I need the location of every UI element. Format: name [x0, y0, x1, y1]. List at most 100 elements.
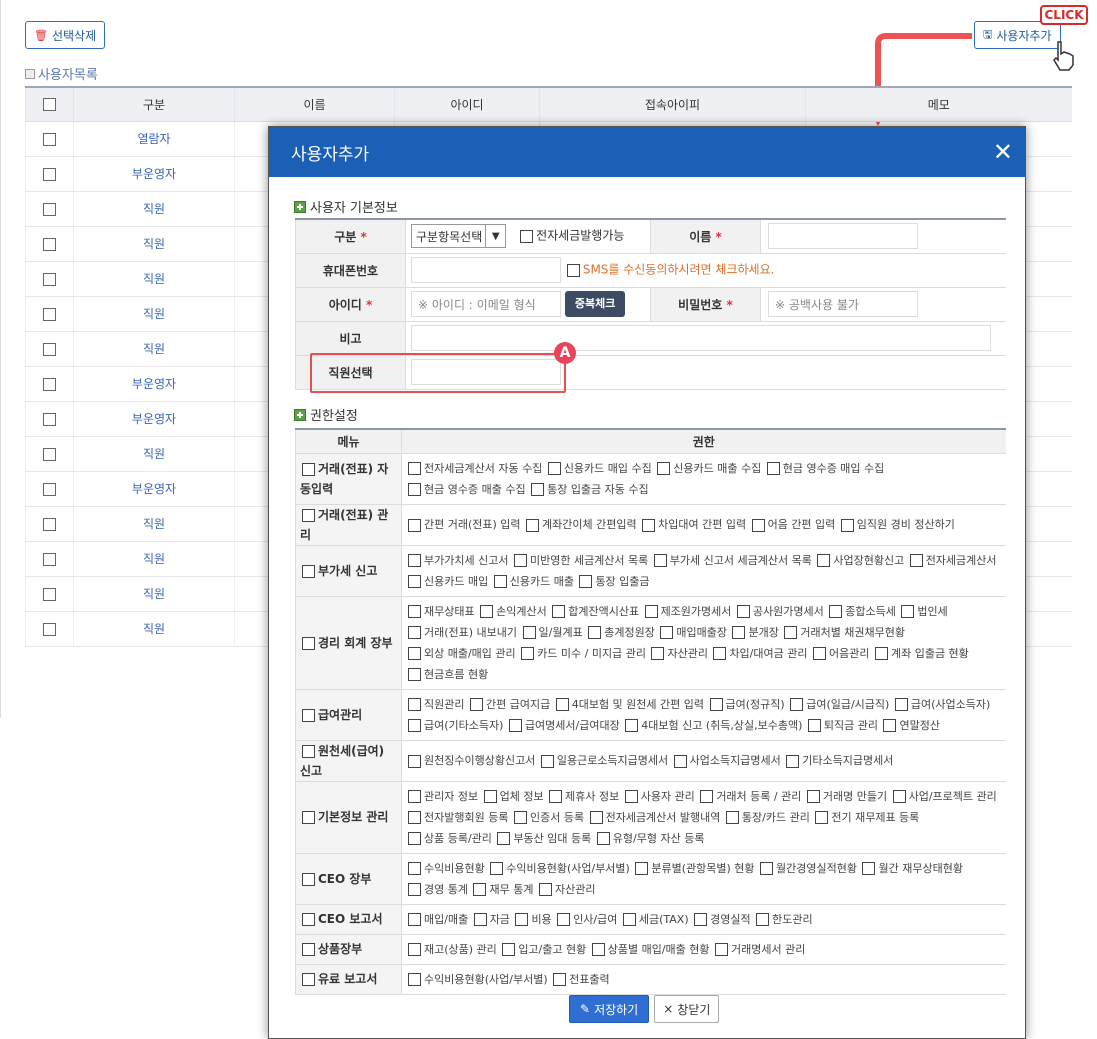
select-all-checkbox[interactable]: [43, 98, 56, 112]
permission-checkbox[interactable]: [549, 790, 563, 803]
password-input[interactable]: ※ 공백사용 불가: [768, 291, 918, 317]
permission-checkbox[interactable]: [894, 698, 908, 711]
tax-invoice-checkbox[interactable]: [520, 229, 534, 243]
permission-checkbox[interactable]: [408, 668, 421, 681]
row-checkbox[interactable]: [43, 482, 56, 496]
permission-checkbox[interactable]: [553, 973, 567, 986]
menu-checkbox[interactable]: [302, 872, 315, 886]
category-select[interactable]: 구분항목선택 ▼: [411, 224, 507, 249]
menu-checkbox[interactable]: [302, 744, 315, 758]
menu-checkbox[interactable]: [302, 462, 315, 476]
permission-checkbox[interactable]: [766, 462, 780, 475]
row-checkbox[interactable]: [43, 342, 56, 356]
permission-checkbox[interactable]: [408, 605, 421, 618]
permission-checkbox[interactable]: [817, 554, 831, 567]
menu-checkbox[interactable]: [302, 508, 315, 522]
permission-checkbox[interactable]: [651, 647, 665, 660]
menu-checkbox[interactable]: [302, 913, 315, 926]
permission-checkbox[interactable]: [784, 626, 798, 639]
row-category-link[interactable]: 부운영자: [132, 412, 176, 426]
permission-checkbox[interactable]: [588, 626, 602, 639]
row-category-link[interactable]: 직원: [143, 447, 165, 461]
permission-checkbox[interactable]: [807, 719, 821, 732]
permission-checkbox[interactable]: [522, 626, 536, 639]
menu-checkbox[interactable]: [302, 973, 315, 986]
permission-checkbox[interactable]: [694, 913, 708, 926]
menu-checkbox[interactable]: [302, 943, 315, 956]
permission-checkbox[interactable]: [502, 943, 516, 956]
permission-checkbox[interactable]: [786, 754, 800, 768]
row-category-link[interactable]: 직원: [143, 517, 165, 531]
row-checkbox[interactable]: [43, 272, 56, 286]
permission-checkbox[interactable]: [660, 626, 674, 639]
permission-checkbox[interactable]: [515, 913, 529, 926]
permission-checkbox[interactable]: [513, 554, 527, 567]
permission-checkbox[interactable]: [829, 605, 843, 618]
row-category-link[interactable]: 직원: [143, 342, 165, 356]
sms-consent-checkbox[interactable]: [566, 263, 580, 277]
row-category-link[interactable]: 직원: [143, 307, 165, 321]
row-category-link[interactable]: 부운영자: [132, 377, 176, 391]
permission-checkbox[interactable]: [715, 943, 729, 956]
permission-checkbox[interactable]: [709, 698, 723, 711]
phone-input[interactable]: [411, 257, 561, 283]
row-category-link[interactable]: 직원: [143, 237, 165, 251]
row-category-link[interactable]: 직원: [143, 272, 165, 286]
permission-checkbox[interactable]: [812, 647, 826, 660]
menu-checkbox[interactable]: [302, 636, 315, 650]
permission-checkbox[interactable]: [635, 862, 649, 875]
permission-checkbox[interactable]: [408, 862, 421, 875]
permission-checkbox[interactable]: [480, 605, 494, 618]
permission-checkbox[interactable]: [408, 754, 421, 768]
permission-checkbox[interactable]: [497, 832, 511, 845]
permission-checkbox[interactable]: [700, 790, 714, 803]
permission-checkbox[interactable]: [725, 811, 739, 824]
permission-checkbox[interactable]: [790, 698, 804, 711]
row-category-link[interactable]: 직원: [143, 202, 165, 216]
row-checkbox[interactable]: [43, 237, 56, 251]
row-checkbox[interactable]: [43, 307, 56, 321]
permission-checkbox[interactable]: [408, 943, 421, 956]
permission-checkbox[interactable]: [625, 719, 639, 732]
row-checkbox[interactable]: [43, 202, 56, 216]
permission-checkbox[interactable]: [469, 698, 483, 711]
permission-checkbox[interactable]: [408, 811, 421, 824]
note-input[interactable]: [411, 325, 991, 351]
permission-checkbox[interactable]: [589, 811, 603, 824]
permission-checkbox[interactable]: [892, 790, 906, 803]
row-checkbox[interactable]: [43, 517, 56, 531]
row-category-link[interactable]: 열람자: [137, 132, 170, 146]
permission-checkbox[interactable]: [713, 647, 727, 660]
permission-checkbox[interactable]: [540, 754, 554, 768]
permission-checkbox[interactable]: [815, 811, 829, 824]
permission-checkbox[interactable]: [736, 605, 750, 618]
permission-checkbox[interactable]: [513, 811, 527, 824]
row-category-link[interactable]: 직원: [143, 552, 165, 566]
permission-checkbox[interactable]: [557, 913, 571, 926]
permission-checkbox[interactable]: [408, 462, 421, 475]
permission-checkbox[interactable]: [555, 698, 569, 711]
row-checkbox[interactable]: [43, 622, 56, 636]
row-checkbox[interactable]: [43, 552, 56, 566]
permission-checkbox[interactable]: [493, 575, 507, 588]
permission-checkbox[interactable]: [490, 862, 504, 875]
permission-checkbox[interactable]: [408, 913, 421, 926]
permission-checkbox[interactable]: [840, 518, 854, 532]
permission-checkbox[interactable]: [756, 913, 770, 926]
permission-checkbox[interactable]: [644, 605, 658, 618]
permission-checkbox[interactable]: [653, 554, 667, 567]
row-checkbox[interactable]: [43, 412, 56, 426]
id-input[interactable]: ※ 아이디 : 이메일 형식: [411, 291, 561, 317]
permission-checkbox[interactable]: [732, 626, 746, 639]
permission-checkbox[interactable]: [473, 913, 487, 926]
permission-checkbox[interactable]: [579, 575, 593, 588]
permission-checkbox[interactable]: [531, 483, 545, 496]
row-checkbox[interactable]: [43, 167, 56, 181]
permission-checkbox[interactable]: [408, 554, 421, 567]
permission-checkbox[interactable]: [862, 862, 876, 875]
name-input[interactable]: [768, 223, 918, 250]
permission-checkbox[interactable]: [408, 973, 421, 986]
permission-checkbox[interactable]: [901, 605, 915, 618]
permission-checkbox[interactable]: [547, 462, 561, 475]
permission-checkbox[interactable]: [642, 518, 656, 532]
